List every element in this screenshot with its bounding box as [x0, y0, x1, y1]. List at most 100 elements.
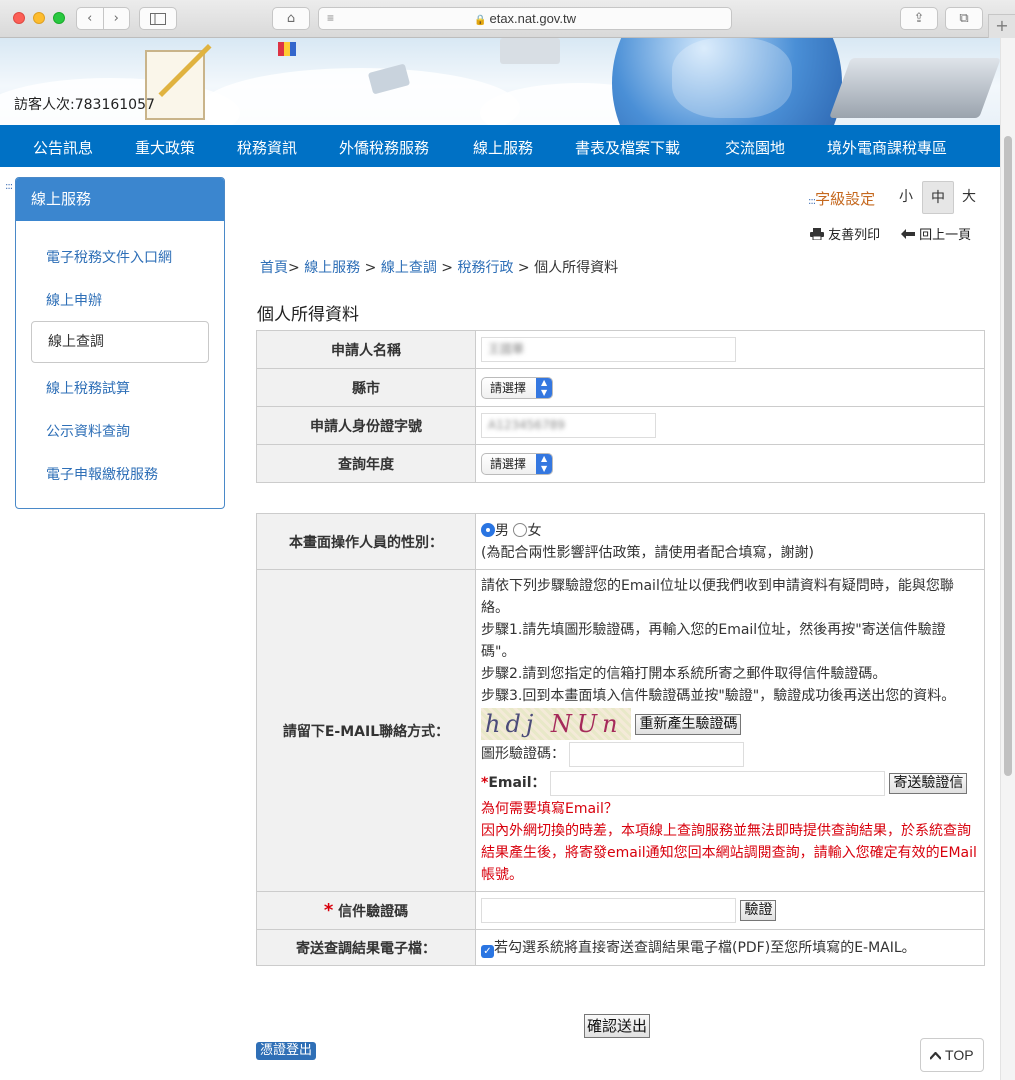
page-scrollbar[interactable]: [1000, 38, 1015, 1080]
gender-female-radio[interactable]: [513, 522, 528, 537]
sidebar-item-online-application[interactable]: 線上申辦: [46, 290, 102, 310]
breadcrumb-online-query[interactable]: 線上查調: [381, 260, 437, 276]
table-row: 縣市 請選擇 ▲ ▼: [256, 368, 985, 407]
back-link[interactable]: 回上一頁: [901, 224, 971, 243]
applicant-name-field[interactable]: 王國華: [481, 337, 736, 362]
chevron-up-icon: [929, 1051, 943, 1060]
print-label: 友善列印: [828, 228, 881, 243]
home-icon: ⌂: [286, 11, 296, 26]
breadcrumb-separator: >: [517, 260, 530, 276]
nav-forms-download[interactable]: 書表及檔案下載: [575, 137, 680, 158]
show-tabs-button[interactable]: ⧉: [945, 7, 983, 30]
font-size-large-button[interactable]: 大: [953, 181, 985, 214]
table-row: 申請人身份證字號 A123456789: [256, 406, 985, 445]
minimize-window-button[interactable]: [33, 12, 45, 24]
address-bar[interactable]: ≡ 🔒 etax.nat.gov.tw: [318, 7, 732, 30]
city-label: 縣市: [256, 368, 476, 407]
applicant-name-value: 王國華: [488, 342, 525, 356]
mail-code-label-cell: * 信件驗證碼: [256, 891, 476, 930]
breadcrumb-online-service[interactable]: 線上服務: [304, 260, 360, 276]
back-label: 回上一頁: [919, 228, 972, 243]
required-marker: *: [323, 900, 334, 921]
nav-ecommerce-tax[interactable]: 境外電商課稅專區: [827, 137, 947, 158]
mail-code-input[interactable]: [481, 898, 736, 923]
captcha-text: hdj: [485, 710, 539, 738]
sidebar-item-efiling[interactable]: 電子申報繳稅服務: [46, 464, 158, 484]
id-number-label: 申請人身份證字號: [256, 406, 476, 445]
sidebar-item-tax-calculator[interactable]: 線上稅務試算: [46, 378, 130, 398]
sidebar-title: 線上服務: [16, 178, 224, 221]
nav-online-service[interactable]: 線上服務: [473, 137, 533, 158]
id-number-field[interactable]: A123456789: [481, 413, 656, 438]
page-title: 個人所得資料: [257, 305, 359, 325]
captcha-label: 圖形驗證碼：: [481, 746, 565, 762]
laptop-image: [829, 58, 1000, 118]
top-label: TOP: [945, 1047, 974, 1063]
city-select[interactable]: 請選擇 ▲ ▼: [481, 376, 554, 399]
font-size-medium-button[interactable]: 中: [922, 181, 954, 214]
id-number-cell: A123456789: [475, 406, 985, 445]
sidebar-marker: :::: [5, 181, 13, 192]
query-year-cell: 請選擇 ▲ ▼: [475, 444, 985, 483]
email-step-2: 步驟2.請到您指定的信箱打開本系統所寄之郵件取得信件驗證碼。: [481, 666, 887, 682]
gender-male-label: 男: [495, 522, 509, 539]
captcha-row: hdj NUn 重新產生驗證碼: [481, 707, 979, 741]
breadcrumb-separator: >: [441, 260, 454, 276]
email-input[interactable]: [549, 770, 885, 796]
nav-major-policies[interactable]: 重大政策: [135, 137, 195, 158]
regenerate-captcha-button[interactable]: 重新產生驗證碼: [635, 713, 742, 735]
city-cell: 請選擇 ▲ ▼: [475, 368, 985, 407]
back-icon[interactable]: ‹: [77, 11, 103, 26]
browser-toolbar: ‹ › ⌂ ≡ 🔒 etax.nat.gov.tw ⇪ ⧉ +: [0, 0, 1015, 38]
site-banner: 訪客人次:783161057: [0, 38, 1000, 125]
zoom-window-button[interactable]: [53, 12, 65, 24]
breadcrumb-tax-admin[interactable]: 稅務行政: [457, 260, 513, 276]
breadcrumb-separator: >: [288, 260, 300, 276]
send-verification-button[interactable]: 寄送驗證信: [889, 772, 968, 794]
query-year-select[interactable]: 請選擇 ▲ ▼: [481, 452, 554, 475]
font-size-small-button[interactable]: 小: [890, 181, 922, 214]
gender-female-label: 女: [527, 522, 542, 539]
sidebar-toggle-button[interactable]: [139, 7, 177, 30]
new-tab-button[interactable]: +: [988, 14, 1015, 38]
nav-community[interactable]: 交流園地: [725, 137, 785, 158]
print-link[interactable]: 友善列印: [810, 224, 880, 243]
table-row: 查詢年度 請選擇 ▲ ▼: [256, 444, 985, 483]
close-window-button[interactable]: [13, 12, 25, 24]
share-button[interactable]: ⇪: [900, 7, 938, 30]
email-contact-label: 請留下E-MAIL聯絡方式：: [256, 569, 476, 892]
reader-icon[interactable]: ≡: [327, 8, 334, 29]
query-year-label: 查詢年度: [256, 444, 476, 483]
main-navigation: 公告訊息 重大政策 稅務資訊 外僑稅務服務 線上服務 書表及檔案下載 交流園地 …: [0, 125, 1000, 167]
url-text: etax.nat.gov.tw: [489, 11, 576, 26]
nav-announcements[interactable]: 公告訊息: [33, 137, 93, 158]
scrollbar-thumb[interactable]: [1004, 136, 1012, 776]
applicant-name-label: 申請人名稱: [256, 330, 476, 369]
sidebar-item-public-info[interactable]: 公示資料查詢: [46, 421, 130, 441]
captcha-text: NUn: [550, 710, 623, 738]
tabs-icon: ⧉: [959, 11, 969, 26]
nav-foreign-tax-service[interactable]: 外僑稅務服務: [339, 137, 429, 158]
share-icon: ⇪: [913, 11, 925, 26]
breadcrumb-current: 個人所得資料: [534, 260, 619, 276]
verify-button[interactable]: 驗證: [740, 900, 777, 921]
gender-note: (為配合兩性影響評估政策，請使用者配合填寫，謝謝): [481, 544, 814, 561]
email-step-3: 步驟3.回到本畫面填入信件驗證碼並按"驗證"，驗證成功後再送出您的資料。: [481, 688, 956, 704]
why-email-title: 為何需要填寫Email？: [481, 801, 618, 817]
forward-icon[interactable]: ›: [104, 11, 130, 26]
breadcrumb-home[interactable]: 首頁: [260, 260, 288, 276]
captcha-input[interactable]: [569, 741, 745, 767]
email-field-label: Email：: [488, 775, 546, 791]
send-file-checkbox[interactable]: ✓: [481, 944, 494, 958]
sidebar-item-online-query[interactable]: 線上查調: [31, 321, 209, 363]
id-number-value: A123456789: [488, 418, 565, 432]
submit-button[interactable]: 確認送出: [584, 1014, 651, 1038]
sidebar-icon: [150, 12, 166, 25]
email-input-row: *Email： 寄送驗證信: [481, 768, 979, 798]
sidebar-item-etax-portal[interactable]: 電子稅務文件入口網: [46, 247, 172, 267]
home-button[interactable]: ⌂: [272, 7, 310, 30]
gender-male-radio[interactable]: [481, 522, 495, 537]
certificate-logout-button[interactable]: 憑證登出: [256, 1042, 317, 1060]
nav-tax-info[interactable]: 稅務資訊: [237, 137, 297, 158]
back-to-top-button[interactable]: TOP: [920, 1038, 984, 1072]
